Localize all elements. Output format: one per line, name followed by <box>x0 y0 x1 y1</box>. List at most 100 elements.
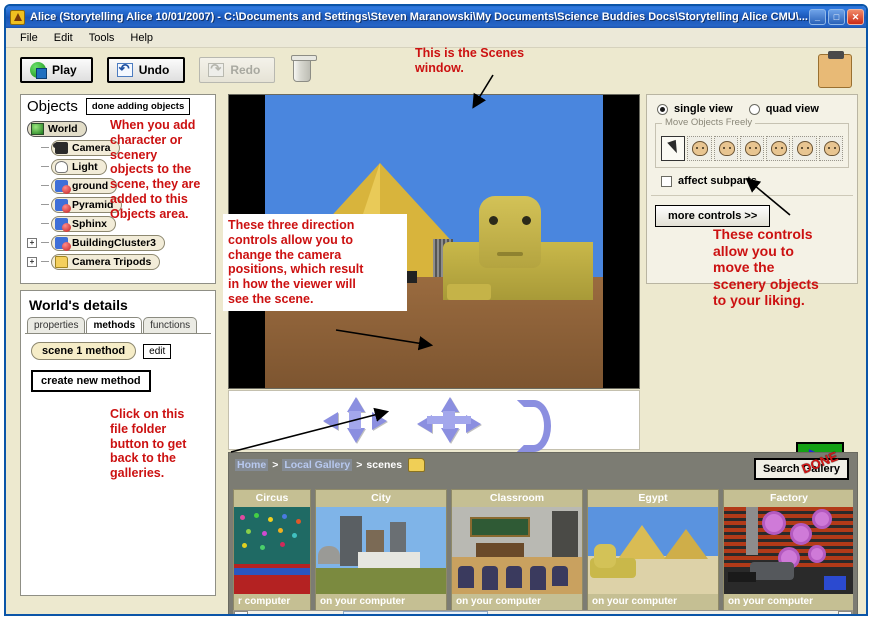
tree-item-label: Light <box>72 160 98 173</box>
clipboard-icon[interactable] <box>818 51 852 88</box>
resize-tool[interactable] <box>792 136 817 161</box>
more-controls-button[interactable]: more controls >> <box>655 205 771 227</box>
create-new-method-button[interactable]: create new method <box>31 370 151 392</box>
tree-node[interactable]: ground <box>51 177 118 194</box>
tree-node[interactable]: World <box>27 120 87 137</box>
gallery-thumbnails: Circus r computer City on your computer … <box>233 489 853 611</box>
undo-icon <box>116 61 133 77</box>
tree-node[interactable]: Camera Tripods <box>51 253 161 270</box>
main-window: Alice (Storytelling Alice 10/01/2007) - … <box>4 4 868 616</box>
breadcrumb-home[interactable]: Home <box>235 459 269 471</box>
gallery-item-thumbnail <box>724 507 853 594</box>
trash-icon[interactable] <box>291 55 318 82</box>
gallery-item-footer: r computer <box>238 596 291 607</box>
scroll-right-icon[interactable]: ► <box>838 611 852 614</box>
annotation-direction-controls: These three direction controls allow you… <box>223 214 407 311</box>
tree-item-label: Camera <box>72 141 111 154</box>
done-adding-objects-button[interactable]: done adding objects <box>85 98 191 115</box>
gallery-item-title: City <box>371 492 391 504</box>
camera-move-control[interactable] <box>323 397 387 443</box>
scene-sphinx-head <box>479 195 541 268</box>
gallery-item-footer: on your computer <box>456 596 542 607</box>
single-view-label: single view <box>674 103 733 115</box>
arrow-left-icon <box>323 412 338 430</box>
tree-item-label: Sphinx <box>72 217 108 230</box>
tab-properties[interactable]: properties <box>27 317 86 333</box>
edit-method-button[interactable]: edit <box>143 343 172 359</box>
menu-file[interactable]: File <box>12 30 46 46</box>
camera-rotate-control[interactable] <box>511 398 551 452</box>
tumble-tool[interactable] <box>766 136 791 161</box>
menu-bar: File Edit Tools Help <box>6 28 866 48</box>
single-view-radio[interactable] <box>657 103 668 115</box>
scene-1-method-item[interactable]: scene 1 method <box>31 342 137 360</box>
face-icon <box>744 141 761 156</box>
breadcrumb-local-gallery[interactable]: Local Gallery <box>282 459 353 471</box>
scroll-left-icon[interactable]: ◄ <box>234 611 248 614</box>
tree-item-camera-tripods[interactable]: + Camera Tripods <box>27 252 215 271</box>
select-cursor-tool[interactable] <box>661 136 686 161</box>
tree-node[interactable]: Light <box>51 158 107 175</box>
move-updown-tool[interactable] <box>687 136 712 161</box>
arrow-hub <box>349 411 361 429</box>
tab-functions[interactable]: functions <box>143 317 198 333</box>
turn-tool[interactable] <box>739 136 765 161</box>
object-tool-row <box>661 136 843 161</box>
alice-application-screenshot: Alice (Storytelling Alice 10/01/2007) - … <box>0 0 875 623</box>
move-objects-freely-group: Move Objects Freely <box>655 117 849 168</box>
affect-subparts-label: affect subparts <box>678 175 757 187</box>
cursor-icon <box>667 139 680 156</box>
expand-icon[interactable]: + <box>27 256 37 267</box>
move-tool[interactable] <box>713 136 738 161</box>
annotation-file-folder: Click on this file folder button to get … <box>110 407 187 480</box>
affect-subparts-checkbox[interactable] <box>661 175 672 187</box>
menu-help[interactable]: Help <box>122 30 161 46</box>
panel-divider <box>651 195 853 196</box>
file-folder-icon[interactable] <box>408 458 426 472</box>
scene-doorway <box>407 270 417 283</box>
gallery-scrollbar[interactable]: ◄ ► <box>233 610 853 614</box>
expand-icon[interactable]: + <box>27 237 37 248</box>
gallery-item-circus[interactable]: Circus r computer <box>233 489 311 611</box>
gallery-item-city[interactable]: City on your computer <box>315 489 447 611</box>
maximize-button[interactable]: □ <box>828 9 845 25</box>
tree-node[interactable]: Sphinx <box>51 215 117 232</box>
gallery-item-title: Factory <box>770 492 808 504</box>
camera-tilt-control[interactable] <box>417 397 481 443</box>
face-icon <box>692 141 709 156</box>
gallery-item-factory[interactable]: Factory on your computer <box>723 489 853 611</box>
tree-item-buildingcluster3[interactable]: + BuildingCluster3 <box>27 233 215 252</box>
breadcrumb: Home > Local Gallery > scenes <box>235 458 426 472</box>
sphinx-eye-left <box>489 215 498 225</box>
quad-view-radio[interactable] <box>748 103 760 115</box>
redo-button: Redo <box>199 57 276 83</box>
app-icon <box>10 9 25 25</box>
arrow-down-icon <box>347 428 365 443</box>
tree-item-label: ground <box>72 179 109 192</box>
tree-node[interactable]: BuildingCluster3 <box>51 234 166 251</box>
gallery-item-egypt[interactable]: Egypt on your computer <box>587 489 719 611</box>
copy-tool[interactable] <box>818 136 843 161</box>
scene-sphinx-paws <box>447 284 491 301</box>
menu-edit[interactable]: Edit <box>46 30 81 46</box>
undo-label: Undo <box>138 63 170 77</box>
gallery-item-footer: on your computer <box>592 596 678 607</box>
face-icon <box>797 141 814 156</box>
minimize-button[interactable]: _ <box>809 9 826 25</box>
redo-icon <box>208 61 225 77</box>
menu-tools[interactable]: Tools <box>81 30 123 46</box>
affect-subparts-row: affect subparts <box>647 168 857 187</box>
tab-methods[interactable]: methods <box>86 317 143 333</box>
gallery-item-classroom[interactable]: Classroom on your computer <box>451 489 583 611</box>
gallery-item-title: Classroom <box>489 492 545 504</box>
folder-icon <box>55 255 68 268</box>
close-button[interactable]: ✕ <box>847 9 864 25</box>
scrollbar-track[interactable] <box>248 611 838 614</box>
undo-button[interactable]: Undo <box>106 57 186 83</box>
redo-label: Redo <box>230 63 261 77</box>
play-button[interactable]: Play <box>20 57 93 83</box>
scrollbar-thumb[interactable] <box>343 611 488 614</box>
object-icon <box>55 217 71 232</box>
play-label: Play <box>52 63 77 77</box>
face-icon <box>771 141 788 156</box>
